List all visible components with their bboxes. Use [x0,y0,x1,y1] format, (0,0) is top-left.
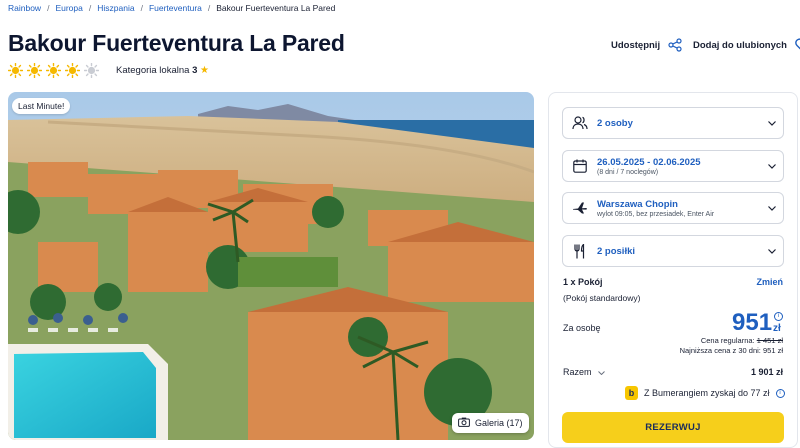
dates-duration: (8 dni / 7 noclegów) [597,168,659,176]
favorite-label: Dodaj do ulubionych [693,40,787,51]
breadcrumb: Rainbow / Europa / Hiszpania / Fuerteven… [8,3,335,13]
total-row: Razem 1 901 zł [563,367,783,377]
dates-select[interactable]: 26.05.2025 - 02.06.2025 (8 dni / 7 nocle… [562,150,784,182]
breadcrumb-link-fuerteventura[interactable]: Fuerteventura [149,3,202,13]
breadcrumb-separator: / [47,3,50,13]
bumerang-logo-icon: b [625,386,638,400]
breadcrumb-separator: / [207,3,211,13]
last-minute-badge: Last Minute! [12,98,71,114]
breadcrumb-separator: / [88,3,92,13]
info-icon[interactable]: i [774,312,783,321]
chevron-down-icon [761,163,783,169]
share-label: Udostępnij [611,39,661,51]
price-per-person: 951 [732,309,773,336]
sun-rating-icon-filled [27,63,42,78]
regular-price-value: 1 451 zł [756,336,783,345]
share-button[interactable]: Udostępnij [611,38,682,52]
gallery-label: Galeria (17) [475,418,523,428]
bumerang-info: b Z Bumerangiem zyskaj do 77 zł i [625,386,785,400]
dates-value: 26.05.2025 - 02.06.2025 [597,156,701,168]
breadcrumb-separator: / [140,3,143,13]
gallery-button[interactable]: Galeria (17) [452,413,529,433]
info-icon[interactable]: i [775,388,785,398]
breadcrumb-link-rainbow[interactable]: Rainbow [8,3,41,13]
breadcrumb-link-europa[interactable]: Europa [55,3,82,13]
calendar-icon [563,159,597,173]
total-value: 1 901 zł [750,367,783,377]
price-currency: zł [773,323,781,334]
sun-rating-icon-empty [84,63,99,78]
room-row: 1 x Pokój Zmień [563,277,783,287]
per-person-label: Za osobę [563,323,601,333]
heart-icon [795,38,800,53]
regular-price: Cena regularna: 1 451 zł [701,336,783,345]
hotel-photo[interactable] [8,92,534,440]
local-category: Kategoria lokalna 3 ★ [116,65,209,76]
room-type: (Pokój standardowy) [563,293,641,303]
category-star-icon: ★ [200,65,209,76]
camera-icon [458,417,470,429]
lowest-price-label: Najniższa cena z 30 dni: [679,346,761,355]
chevron-down-icon [761,248,783,254]
breadcrumb-link-hiszpania[interactable]: Hiszpania [97,3,134,13]
sun-rating-icon-filled [65,63,80,78]
hotel-title: Bakour Fuerteventura La Pared [8,30,345,56]
regular-price-label: Cena regularna: [700,336,755,345]
flight-value: Warszawa Chopin [597,198,678,210]
bumerang-text: Z Bumerangiem zyskaj do 77 zł [644,388,770,398]
flight-select[interactable]: Warszawa Chopin wylot 09:05, bez przesia… [562,192,784,224]
lowest-price: Najniższa cena z 30 dni: 951 zł [680,346,783,355]
add-to-favorites-button[interactable]: Dodaj do ulubionych [693,38,800,53]
local-category-value: 3 [192,65,198,76]
sun-rating-icon-filled [8,63,23,78]
chevron-down-icon [597,367,605,377]
flight-details: wylot 09:05, bez przesiadek, Enter Air [597,210,715,218]
person-icon [563,116,597,130]
persons-select[interactable]: 2 osoby [562,107,784,139]
share-icon [668,38,682,52]
reserve-button[interactable]: REZERWUJ [562,412,784,443]
change-room-link[interactable]: Zmień [756,277,783,287]
chevron-down-icon [761,120,783,126]
total-label: Razem [563,367,592,377]
total-toggle[interactable]: Razem [563,367,605,377]
persons-value: 2 osoby [597,117,633,129]
breadcrumb-current: Bakour Fuerteventura La Pared [216,3,336,13]
meals-value: 2 posiłki [597,245,636,257]
lowest-price-value: 951 zł [762,346,783,355]
room-count: 1 x Pokój [563,277,603,287]
sun-rating-icon-filled [46,63,61,78]
meals-select[interactable]: 2 posiłki [562,235,784,267]
chevron-down-icon [761,205,783,211]
cutlery-icon [563,243,597,259]
hotel-rating [8,63,99,78]
plane-icon [563,201,597,215]
local-category-label: Kategoria lokalna [116,65,190,76]
